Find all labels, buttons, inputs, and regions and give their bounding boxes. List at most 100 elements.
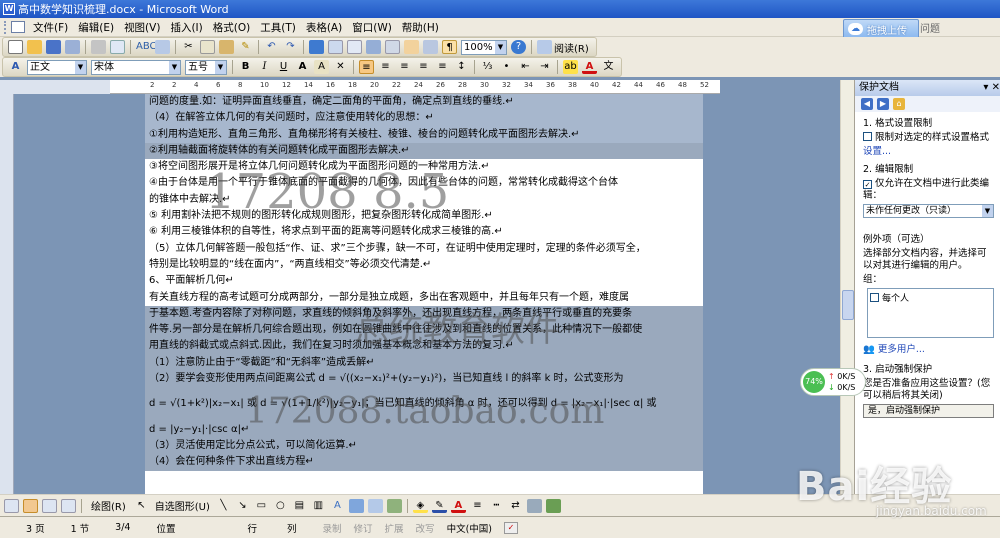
- document-line[interactable]: （2）要学会变形使用两点间距离公式 d = √((x₂−x₁)²+(y₂−y₁)…: [145, 371, 703, 388]
- autoshapes-menu[interactable]: 自选图形(U): [155, 498, 210, 513]
- dash-style-icon[interactable]: ┅: [489, 499, 504, 513]
- increase-indent-icon[interactable]: ⇥: [537, 60, 552, 74]
- document-line[interactable]: ①利用构造矩形、直角三角形、直角梯形将有关棱柱、棱锥、棱台的问题转化成平面图形去…: [145, 126, 703, 143]
- document-line[interactable]: 有关直线方程的高考试题可分成两部分，一部分是独立成题，多出在客观题中，并且每年只…: [145, 290, 703, 306]
- document-line[interactable]: ④由于台体是用一个平行于锥体底面的平面截得的几何体，因此有些台体的问题，常常转化…: [145, 175, 703, 191]
- styles-icon[interactable]: A: [8, 60, 23, 74]
- network-speed-widget[interactable]: 74% ↑ 0K/S ↓ 0K/S: [800, 368, 866, 396]
- char-border-icon[interactable]: A: [295, 60, 310, 74]
- char-shading-icon[interactable]: A: [314, 60, 329, 74]
- document-line[interactable]: ⑥ 利用三棱锥体积的自等性，将求点到平面的距离等问题转化成求三棱锥的高.↵: [145, 224, 703, 240]
- show-hide-icon[interactable]: ¶: [442, 40, 457, 54]
- 3d-icon[interactable]: [545, 498, 561, 513]
- menu-insert[interactable]: 插入(I): [165, 20, 207, 35]
- vertical-textbox-icon[interactable]: ▥: [311, 499, 326, 513]
- line-tool-icon[interactable]: ╲: [216, 499, 231, 513]
- open-icon[interactable]: [27, 40, 42, 54]
- justify-icon[interactable]: ≡: [416, 60, 431, 74]
- menu-edit[interactable]: 编辑(E): [73, 20, 119, 35]
- undo-icon[interactable]: ↶: [264, 40, 279, 54]
- drawing-icon[interactable]: [404, 40, 419, 54]
- new-icon[interactable]: [8, 40, 23, 54]
- document-line[interactable]: （3）灵活使用定比分点公式，可以简化运算.↵: [145, 437, 703, 455]
- highlight-icon[interactable]: ab: [563, 60, 578, 74]
- document-line[interactable]: 件等.另一部分是在解析几何综合题出现，例如在圆锥曲线中往往涉及到和直线的位置关系…: [145, 322, 703, 339]
- document-line[interactable]: [145, 412, 703, 422]
- edit-type-select[interactable]: 未作任何更改（只读） ▼: [863, 204, 994, 218]
- group-item-everyone[interactable]: 每个人: [882, 294, 909, 304]
- status-ovr[interactable]: 改写: [416, 521, 435, 535]
- oval-tool-icon[interactable]: ○: [273, 499, 288, 513]
- menu-table[interactable]: 表格(A): [301, 20, 347, 35]
- print-icon[interactable]: [91, 40, 106, 54]
- clipart-icon[interactable]: [367, 498, 383, 513]
- fill-color-icon[interactable]: ◈: [412, 499, 428, 513]
- print-layout-icon[interactable]: [23, 498, 38, 513]
- pane-close-icon[interactable]: ▾ ✕: [983, 80, 1000, 96]
- picture-icon[interactable]: [386, 498, 402, 513]
- research-icon[interactable]: [155, 40, 170, 54]
- outline-view-icon[interactable]: [42, 498, 57, 513]
- diagram-icon[interactable]: [348, 498, 364, 513]
- document-page[interactable]: 问题的度量.如：证明异面直线垂直，确定二面角的平面角，确定点到直线的垂线.↵ （4…: [145, 94, 703, 494]
- textbox-icon[interactable]: ▤: [292, 499, 307, 513]
- cut-icon[interactable]: ✂: [181, 40, 196, 54]
- hyperlink-icon[interactable]: [309, 40, 324, 54]
- document-icon[interactable]: [11, 21, 25, 33]
- document-line[interactable]: 用直线的斜截式或点斜式.因此，我们在复习时须加强基本概念和基本方法的复习.↵: [145, 338, 703, 355]
- line-color-icon[interactable]: ✎: [431, 499, 447, 513]
- save-icon[interactable]: [46, 40, 61, 54]
- everyone-checkbox[interactable]: [870, 293, 879, 302]
- shadow-icon[interactable]: [526, 498, 542, 513]
- menu-view[interactable]: 视图(V): [119, 20, 165, 35]
- permission-icon[interactable]: [65, 40, 80, 54]
- document-line[interactable]: d = |y₂−y₁|·|csc α|↵: [145, 421, 703, 438]
- menu-window[interactable]: 窗口(W): [347, 20, 397, 35]
- forward-icon[interactable]: ▶: [877, 98, 889, 110]
- distributed-icon[interactable]: ≡: [435, 60, 450, 74]
- horizontal-ruler[interactable]: 2 2 4 6 8 10 12 14 16 18 20 22 24 26 28 30 32 34 36 38 40 42 4…: [110, 80, 720, 94]
- align-right-icon[interactable]: ≡: [397, 60, 412, 74]
- document-line[interactable]: ②利用轴截面将旋转体的有关问题转化成平面图形去解决.↵: [145, 142, 703, 160]
- read-icon[interactable]: [537, 40, 552, 54]
- sec1-check-row[interactable]: 限制对选定的样式设置格式: [855, 130, 1000, 144]
- bullets-icon[interactable]: •: [499, 60, 514, 74]
- print-preview-icon[interactable]: [110, 40, 125, 54]
- font-select[interactable]: 宋体 ▼: [91, 59, 181, 75]
- home-icon[interactable]: ⌂: [893, 98, 905, 110]
- document-line[interactable]: 特别是比较明显的“线在面内”，“两直线相交”等必须交代清楚.↵: [145, 257, 703, 273]
- redo-icon[interactable]: ↷: [283, 40, 298, 54]
- style-select[interactable]: 正文 ▼: [27, 59, 87, 75]
- document-line[interactable]: ⑤ 利用割补法把不规则的图形转化成规则图形，把复杂图形转化成简单图形.↵: [145, 208, 703, 224]
- paste-icon[interactable]: [219, 40, 234, 54]
- sec2-check-row[interactable]: ✓ 仅允许在文档中进行此类编辑：: [855, 176, 1000, 202]
- settings-link[interactable]: 设置...: [855, 144, 1000, 158]
- document-line[interactable]: d = √(1+k²)|x₂−x₁| 或 d = √(1+1/k²)|y₂−y₁…: [145, 396, 703, 413]
- decrease-indent-icon[interactable]: ⇤: [518, 60, 533, 74]
- draw-menu[interactable]: 绘图(R): [91, 498, 126, 513]
- line-style-icon[interactable]: ≡: [470, 499, 485, 513]
- document-line[interactable]: （4）会在何种条件下求出直线方程↵: [145, 454, 703, 471]
- insert-table-icon[interactable]: [347, 40, 362, 54]
- numbering-icon[interactable]: ⅓: [480, 60, 495, 74]
- insert-excel-icon[interactable]: [366, 40, 381, 54]
- arrow-style-icon[interactable]: ⇄: [508, 499, 523, 513]
- document-line[interactable]: 于基本题.考查内容除了对称问题，求直线的倾斜角及斜率外，还出现直线方程，两条直线…: [145, 305, 703, 323]
- document-line[interactable]: （4）在解答立体几何的有关问题时，应注意使用转化的思想：↵: [145, 110, 703, 127]
- char-scale-icon[interactable]: ✕: [333, 60, 348, 74]
- start-enforcing-button[interactable]: 是，启动强制保护: [863, 404, 994, 418]
- phonetic-icon[interactable]: 文: [601, 60, 616, 74]
- read-button[interactable]: 阅读(R): [554, 40, 589, 55]
- menu-format[interactable]: 格式(O): [208, 20, 255, 35]
- group-list[interactable]: 每个人: [867, 288, 994, 338]
- status-rec[interactable]: 录制: [323, 521, 342, 535]
- arrow-tool-icon[interactable]: ↘: [235, 499, 250, 513]
- font-size-select[interactable]: 五号 ▼: [185, 59, 227, 75]
- document-line[interactable]: 问题的度量.如：证明异面直线垂直，确定二面角的平面角，确定点到直线的垂线.↵: [145, 94, 703, 111]
- copy-icon[interactable]: [200, 40, 215, 54]
- format-restrict-checkbox[interactable]: [863, 132, 872, 141]
- menu-file[interactable]: 文件(F): [28, 20, 73, 35]
- rectangle-tool-icon[interactable]: ▭: [254, 499, 269, 513]
- line-spacing-icon[interactable]: ↕: [454, 60, 469, 74]
- bold-button[interactable]: B: [238, 60, 253, 74]
